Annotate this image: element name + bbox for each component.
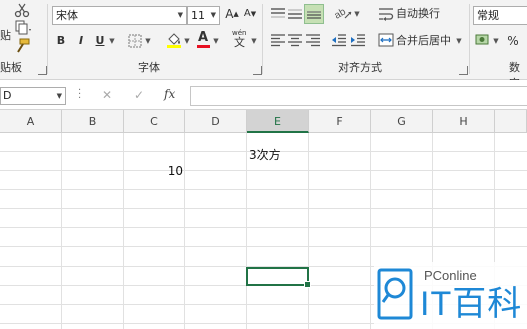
fill-color-icon[interactable] — [166, 31, 182, 49]
insert-function-button[interactable]: fx — [164, 87, 175, 101]
accounting-dropdown[interactable]: ▼ — [492, 33, 500, 49]
cell-e-row1[interactable]: 3次方 — [249, 146, 281, 164]
align-bottom-icon[interactable] — [304, 4, 324, 24]
font-color-letter: A — [198, 30, 209, 45]
merge-center-dropdown[interactable]: ▼ — [455, 33, 463, 49]
font-name-value: 宋体 — [56, 9, 78, 22]
number-format-select[interactable]: 常规 — [473, 6, 527, 25]
separator — [469, 4, 470, 74]
align-right-icon[interactable] — [305, 33, 321, 47]
format-painter-icon[interactable] — [14, 38, 30, 54]
gridline — [308, 133, 309, 329]
gridline — [246, 133, 247, 329]
watermark-brand-large: IT百科 — [420, 285, 523, 323]
font-name-select[interactable]: 宋体 ▼ — [52, 6, 187, 25]
align-top-icon[interactable] — [270, 6, 286, 22]
grow-font-button[interactable]: A▲ — [224, 6, 240, 22]
gridline — [370, 133, 371, 329]
number-format-value: 常规 — [477, 9, 499, 22]
clipboard-dialog-launcher[interactable] — [38, 66, 47, 75]
shrink-font-button[interactable]: A▼ — [242, 6, 258, 22]
underline-dropdown[interactable]: ▼ — [108, 33, 116, 49]
enter-icon[interactable]: ✓ — [134, 88, 144, 102]
clipboard-group-label: 贴板 — [0, 61, 22, 74]
formula-bar: D ▼ · · · ✕ ✓ fx — [0, 80, 527, 110]
font-color-icon[interactable]: A — [197, 31, 211, 49]
name-box[interactable]: D ▼ — [0, 87, 66, 105]
gridline — [0, 189, 527, 190]
column-header-d[interactable]: D — [185, 110, 247, 133]
phonetic-guide-icon[interactable]: wén 文 — [232, 29, 250, 49]
font-dialog-launcher[interactable] — [253, 66, 262, 75]
merge-center-button[interactable]: 合并后居中 — [396, 33, 452, 49]
pconline-logo-icon — [377, 268, 413, 320]
phonetic-bottom: 文 — [234, 36, 245, 49]
merge-center-icon[interactable] — [378, 33, 394, 47]
separator — [262, 4, 263, 74]
font-color-bar — [197, 45, 210, 48]
copy-icon[interactable] — [14, 20, 32, 36]
fill-color-dropdown[interactable]: ▼ — [183, 33, 191, 49]
increase-indent-icon[interactable] — [350, 33, 366, 47]
column-header-a[interactable]: A — [0, 110, 62, 133]
watermark: PConline IT百科 — [374, 262, 527, 329]
phonetic-dropdown[interactable]: ▼ — [250, 33, 258, 49]
ribbon: 贴 贴板 宋体 ▼ 11 ▼ A▲ A▼ B I U ▼ ▼ ▼ A ▼ wén… — [0, 0, 527, 90]
paste-button-label[interactable]: 贴 — [0, 28, 11, 44]
gridline — [0, 208, 527, 209]
cell-c-row2[interactable]: 10 — [124, 162, 183, 180]
column-header-e[interactable]: E — [247, 110, 309, 133]
underline-button[interactable]: U — [93, 33, 107, 49]
gridline — [0, 227, 527, 228]
accounting-format-icon[interactable] — [475, 32, 491, 48]
font-size-select[interactable]: 11 ▼ — [187, 6, 220, 25]
alignment-dialog-launcher[interactable] — [459, 66, 468, 75]
align-center-icon[interactable] — [287, 33, 303, 47]
italic-button[interactable]: I — [74, 33, 88, 49]
font-size-value: 11 — [191, 9, 205, 22]
name-box-value: D — [3, 89, 12, 102]
formula-bar-grip-icon[interactable]: · · · — [78, 86, 81, 104]
fill-handle[interactable] — [304, 281, 311, 288]
column-header-f[interactable]: F — [309, 110, 371, 133]
formula-input[interactable] — [190, 86, 527, 106]
wrap-text-button[interactable]: 自动换行 — [396, 6, 441, 22]
chevron-down-icon: ▼ — [210, 11, 216, 19]
decrease-indent-icon[interactable] — [331, 33, 347, 47]
font-color-dropdown[interactable]: ▼ — [212, 33, 220, 49]
orientation-icon[interactable]: ab — [333, 5, 353, 22]
column-header-b[interactable]: B — [62, 110, 124, 133]
align-left-icon[interactable] — [270, 33, 286, 47]
column-header-g[interactable]: G — [371, 110, 433, 133]
align-middle-icon[interactable] — [287, 6, 303, 22]
font-group-label: 字体 — [138, 61, 160, 74]
watermark-brand-small: PConline — [424, 268, 477, 283]
shrink-font-label: A — [243, 8, 251, 19]
percent-button[interactable]: % — [506, 33, 520, 49]
chevron-down-icon: ▼ — [56, 92, 62, 100]
orientation-dropdown[interactable]: ▼ — [353, 6, 361, 22]
svg-text:ab: ab — [333, 6, 348, 21]
alignment-group-label: 对齐方式 — [338, 61, 382, 74]
gridline — [61, 133, 62, 329]
separator — [47, 4, 48, 74]
column-header-c[interactable]: C — [124, 110, 185, 133]
wrap-text-icon[interactable] — [378, 6, 394, 22]
column-header-h[interactable]: H — [433, 110, 495, 133]
column-header-next[interactable] — [495, 110, 527, 133]
gridline — [184, 133, 185, 329]
borders-dropdown[interactable]: ▼ — [144, 33, 152, 49]
cut-icon[interactable] — [14, 2, 30, 18]
gridline — [0, 170, 527, 171]
chevron-down-icon: ▼ — [177, 11, 183, 19]
cancel-icon[interactable]: ✕ — [102, 88, 112, 102]
borders-icon[interactable] — [128, 34, 143, 48]
active-cell-selection[interactable] — [246, 267, 311, 288]
bold-button[interactable]: B — [54, 33, 68, 49]
gridline — [0, 246, 527, 247]
